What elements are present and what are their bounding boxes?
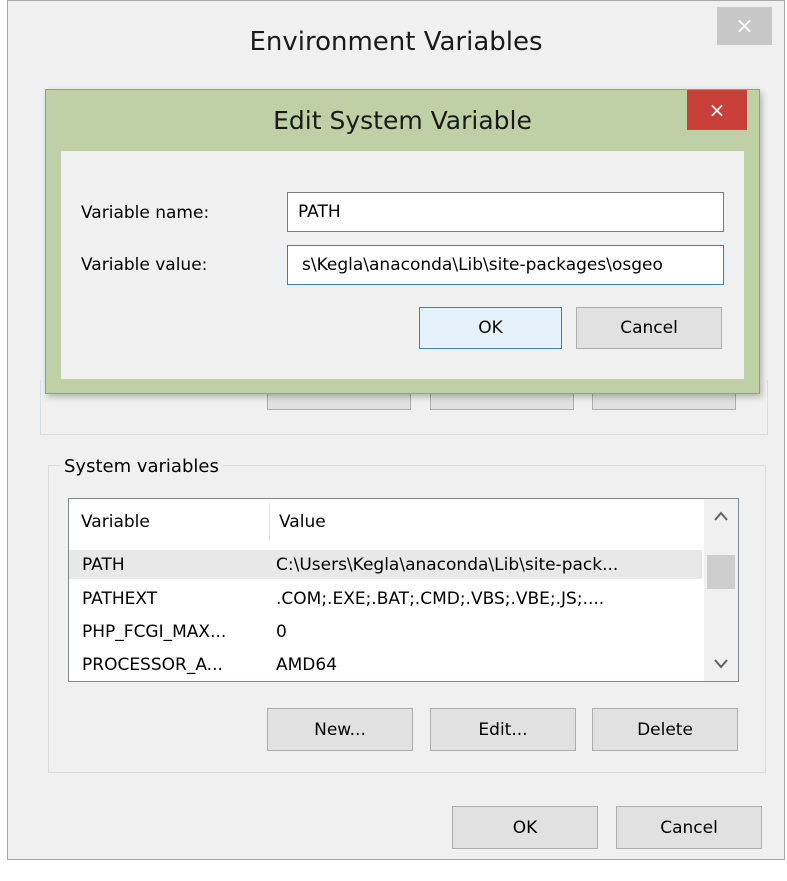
close-icon: ×	[735, 13, 754, 39]
edit-dialog-body: Variable name: PATH Variable value: s\Ke…	[61, 151, 744, 379]
chevron-up-icon	[714, 511, 728, 521]
env-ok-button[interactable]: OK	[452, 806, 598, 849]
edit-cancel-button[interactable]: Cancel	[576, 307, 722, 349]
edit-dialog-title: Edit System Variable	[273, 106, 532, 135]
system-new-button[interactable]: New...	[267, 708, 413, 751]
variable-name-field[interactable]: PATH	[287, 192, 724, 232]
close-icon: ×	[708, 98, 726, 122]
system-delete-button[interactable]: Delete	[592, 708, 738, 751]
table-row[interactable]: PATHEXT .COM;.EXE;.BAT;.CMD;.VBS;.VBE;.J…	[69, 584, 702, 613]
scroll-up-button[interactable]	[704, 499, 738, 533]
row-value: 0	[276, 621, 287, 642]
table-row[interactable]: PHP_FCGI_MAX... 0	[69, 617, 702, 646]
row-value: AMD64	[276, 654, 338, 675]
system-variables-label: System variables	[60, 456, 223, 477]
row-value: C:\Users\Kegla\anaconda\Lib\site-pack...	[276, 554, 619, 575]
chevron-down-icon	[714, 659, 728, 669]
table-row[interactable]: PROCESSOR_A... AMD64	[69, 650, 702, 679]
env-window-title: Environment Variables	[249, 27, 543, 57]
list-header: Variable Value	[69, 499, 702, 545]
column-header-variable[interactable]: Variable	[69, 499, 269, 545]
edit-close-button[interactable]: ×	[687, 90, 747, 130]
env-cancel-button[interactable]: Cancel	[616, 806, 762, 849]
env-close-button[interactable]: ×	[717, 7, 772, 45]
scroll-thumb[interactable]	[707, 555, 735, 589]
variable-name-label: Variable name:	[81, 203, 210, 223]
vertical-scrollbar[interactable]	[704, 499, 738, 681]
system-variables-list[interactable]: Variable Value PATH C:\Users\Kegla\anaco…	[68, 498, 739, 682]
row-value: .COM;.EXE;.BAT;.CMD;.VBS;.VBE;.JS;....	[276, 588, 605, 609]
edit-ok-button[interactable]: OK	[419, 307, 562, 349]
row-variable: PATH	[82, 554, 125, 575]
column-header-value[interactable]: Value	[269, 499, 702, 545]
env-titlebar[interactable]: Environment Variables ×	[8, 1, 784, 89]
row-variable: PHP_FCGI_MAX...	[82, 621, 227, 642]
table-row[interactable]: PATH C:\Users\Kegla\anaconda\Lib\site-pa…	[69, 550, 702, 579]
edit-system-variable-dialog: Edit System Variable × Variable name: PA…	[45, 89, 760, 394]
system-edit-button[interactable]: Edit...	[430, 708, 576, 751]
scroll-down-button[interactable]	[704, 647, 738, 681]
row-variable: PROCESSOR_A...	[82, 654, 223, 675]
row-variable: PATHEXT	[82, 588, 158, 609]
variable-value-label: Variable value:	[81, 255, 208, 275]
variable-value-field[interactable]: s\Kegla\anaconda\Lib\site-packages\osgeo	[287, 245, 724, 285]
